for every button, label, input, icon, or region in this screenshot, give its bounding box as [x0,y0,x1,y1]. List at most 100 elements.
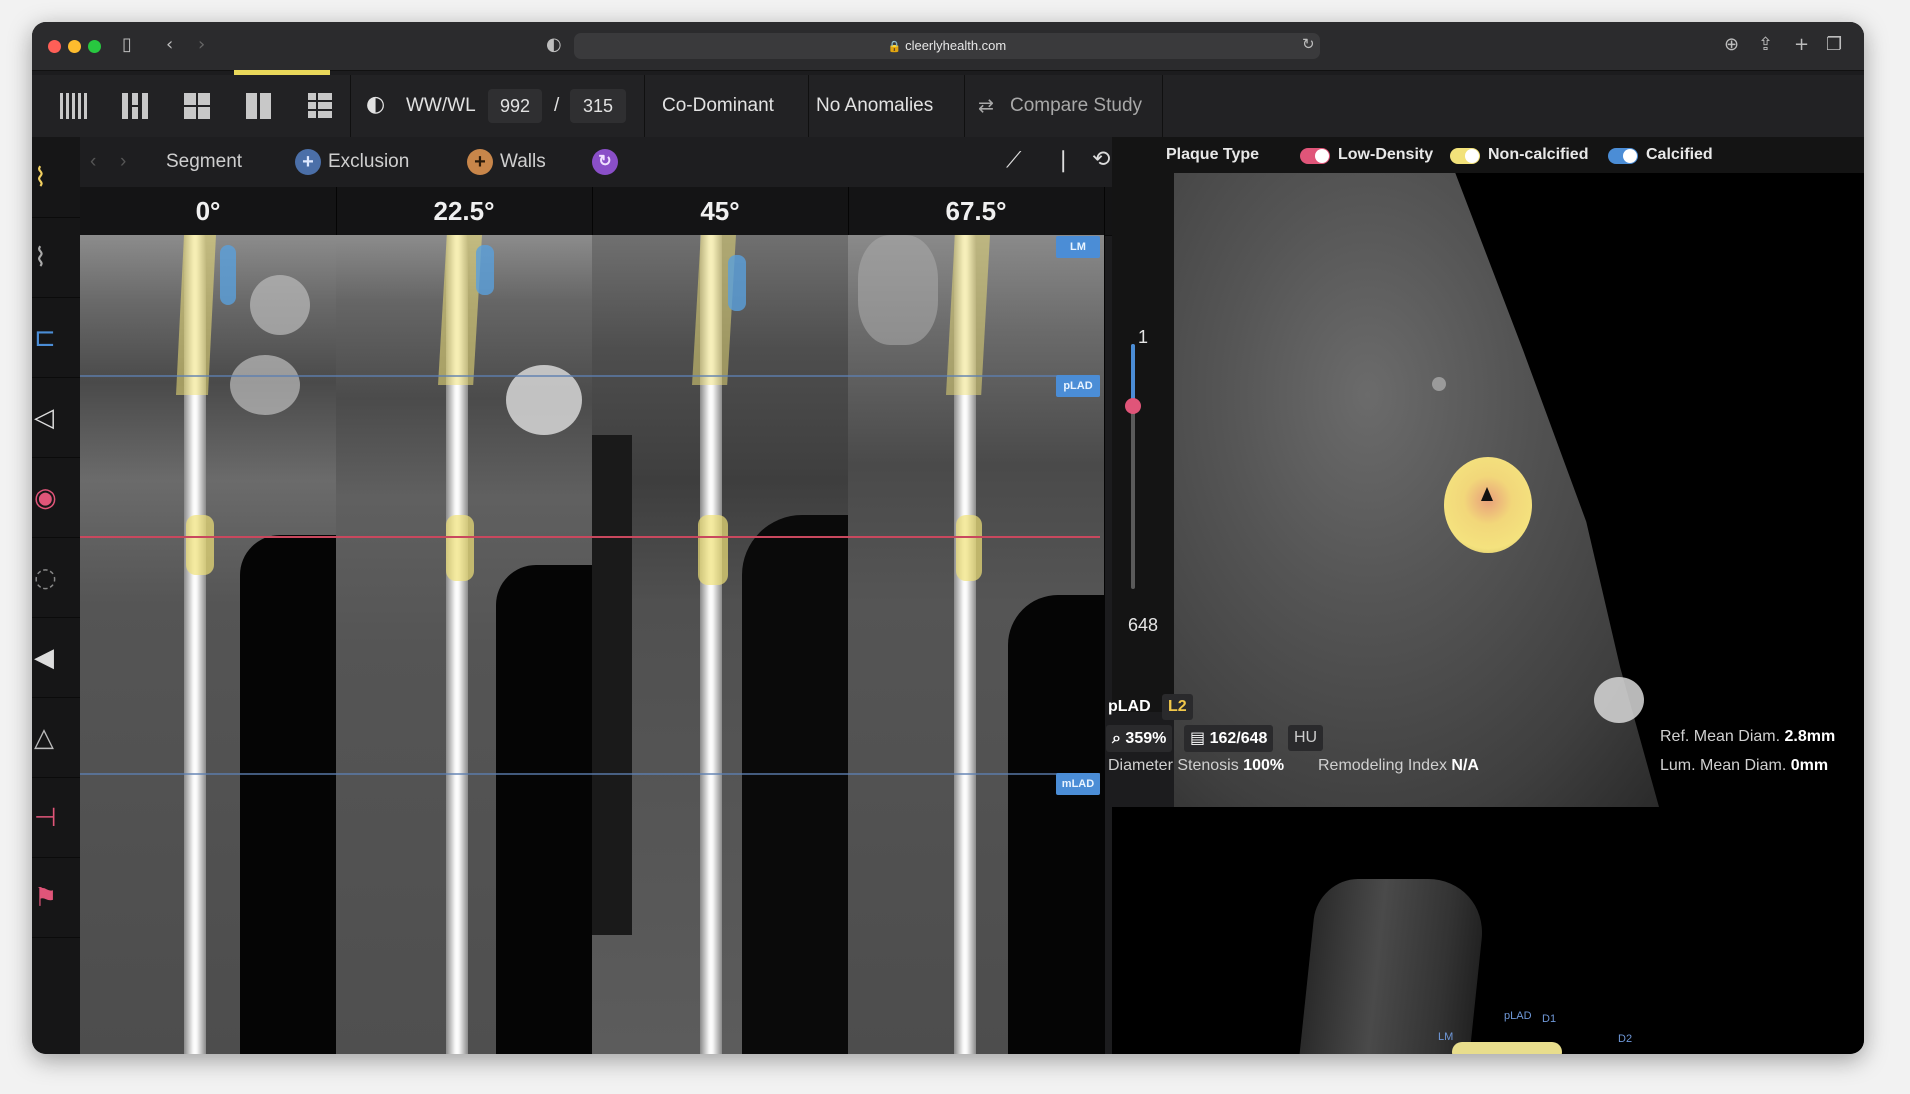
vessel-curve-icon: ⌇ [34,163,47,193]
xsec-segment-label: pLAD [1108,698,1151,715]
cpr-view-67[interactable] [848,235,1105,1054]
downloads-icon[interactable]: ⊕ [1724,34,1739,55]
ref-diameter-label: Ref. Mean Diam. [1660,728,1781,745]
new-tab-icon[interactable]: + [1794,34,1809,55]
layout-quad-icon[interactable] [184,93,212,119]
refresh-walls-button[interactable]: ↻ [592,149,618,175]
remodeling-readout: Remodeling Index N/A [1318,757,1479,775]
cpr-view-22[interactable] [336,235,593,1054]
vessel-cross-section [1444,457,1532,553]
rotate-view-icon[interactable]: ⟲ [1092,147,1110,172]
remodeling-label: Remodeling Index [1318,757,1447,774]
rail-item-marker[interactable]: ⊏ [32,297,80,378]
angle-0: 0° [80,187,337,235]
angle-icon: △ [34,723,54,753]
segment-tag-mlad[interactable]: mLAD [1056,773,1100,795]
layout-strips-icon[interactable] [60,93,88,119]
segment-boundary-line-plad [80,375,1100,377]
rail-item-marker-red[interactable]: ⊣ [32,777,80,858]
rail-item-ring[interactable]: ◌ [32,537,80,618]
zoom-value: 359% [1125,730,1167,747]
vr-label-plad: pLAD [1504,1010,1532,1022]
cross-section-view[interactable] [1174,137,1864,807]
rail-item-cursor[interactable]: ◀ [32,617,80,698]
vessel-curve-icon: ⌇ [34,243,47,273]
rail-item-angle[interactable]: △ [32,697,80,778]
angle-67: 67.5° [848,187,1105,235]
layout-split-icon[interactable] [246,93,274,119]
prev-icon[interactable]: ‹ [90,151,96,173]
lum-diameter-label: Lum. Mean Diam. [1660,757,1787,774]
vessel-tool-rail: ⌇ ⌇ ⊏ ◁ ◉ ◌ ◀ △ ⊣ ⚑ [32,137,81,1054]
address-bar[interactable]: 🔒 cleerlyhealth.com [574,33,1320,59]
slider-max-label: 648 [1127,615,1159,635]
cpr-toolbar: ‹ › Segment + Exclusion + Walls ↻ ⟋ ❘ ⟲ [80,137,1112,188]
compare-study-button[interactable]: Compare Study [1010,95,1142,117]
contrast-icon[interactable]: ◐ [366,92,385,117]
minimize-window-button[interactable] [68,40,81,53]
browser-chrome: ▯ ‹ › ◐ 🔒 cleerlyhealth.com ↻ ⊕ ⇪ + ❐ [32,22,1864,71]
back-icon[interactable]: ‹ [166,34,173,55]
marker-icon: ⊏ [34,323,56,353]
reload-icon[interactable]: ↻ [1302,35,1315,53]
forward-icon[interactable]: › [198,34,205,55]
low-density-toggle[interactable] [1300,148,1330,164]
angle-45: 45° [592,187,849,235]
layout-columns-icon[interactable] [122,93,150,119]
curve-tool-icon[interactable]: ⟋ [1006,147,1021,173]
wwwl-separator: / [554,95,560,116]
hu-toggle[interactable]: HU [1288,725,1324,751]
tab-overview-icon[interactable]: ❐ [1826,34,1842,55]
close-window-button[interactable] [48,40,61,53]
cpr-view-0[interactable] [80,235,337,1054]
exclusion-label: Exclusion [328,151,410,172]
segment-tag-plad[interactable]: pLAD [1056,375,1100,397]
privacy-shield-icon[interactable]: ◐ [546,34,562,55]
window-width-input[interactable]: 992 [488,89,542,123]
add-segment-button[interactable]: + [295,149,321,175]
vr-label-d1: D1 [1542,1013,1557,1025]
slice-slider-handle[interactable] [1125,398,1141,414]
plaque-legend: Plaque Type Low-Density Non-calcified Ca… [1154,137,1864,173]
segment-tag-lm[interactable]: LM [1056,236,1100,258]
ring-icon: ◌ [34,563,57,593]
share-icon[interactable]: ⇪ [1758,34,1773,55]
line-tool-icon[interactable]: ❘ [1054,147,1072,173]
dominance-button[interactable]: Co-Dominant [662,95,774,117]
remodeling-value: N/A [1451,757,1479,774]
rail-item-lad[interactable]: ⌇ [32,217,80,298]
ref-diameter-readout: Ref. Mean Diam. 2.8mm [1660,728,1835,746]
app-toolbar: ◐ WW/WL 992 / 315 Co-Dominant No Anomali… [32,75,1864,138]
angle-22: 22.5° [336,187,593,235]
rail-item-branch[interactable]: ◁ [32,377,80,458]
cpr-view-45[interactable] [592,235,849,1054]
zoom-readout: ⌕ 359% [1106,725,1173,752]
stenosis-label: Diameter Stenosis [1108,757,1239,774]
rail-item-lm[interactable]: ⌇ [32,137,80,218]
maximize-window-button[interactable] [88,40,101,53]
compare-icon[interactable]: ⇄ [978,95,994,117]
stenosis-value: 100% [1243,757,1285,774]
legend-low-density: Low-Density [1338,146,1434,163]
lum-diameter-readout: Lum. Mean Diam. 0mm [1660,757,1828,775]
calcified-toggle[interactable] [1608,148,1638,164]
non-calcified-toggle[interactable] [1450,148,1480,164]
window-level-input[interactable]: 315 [570,89,626,123]
next-icon[interactable]: › [120,151,126,173]
segment-boundary-line-mlad [80,773,1100,775]
slice-value: 162/648 [1209,730,1268,747]
anomalies-button[interactable]: No Anomalies [816,95,933,117]
sidebar-toggle-icon[interactable]: ▯ [122,34,132,55]
rail-item-flag[interactable]: ⚑ [32,857,80,938]
walls-label: Walls [500,151,546,172]
slice-slider-fill [1131,344,1135,404]
slice-readout: ▤ 162/648 [1184,725,1274,752]
rail-item-plaque[interactable]: ◉ [32,457,80,538]
lum-diameter-value: 0mm [1790,757,1829,774]
volume-render-view[interactable]: LM pLAD D1 D2 [1112,807,1864,1054]
segment-label: Segment [166,151,243,172]
add-exclusion-button[interactable]: + [467,149,493,175]
xsec-level-badge[interactable]: L2 [1162,694,1193,720]
layout-list-icon[interactable] [308,93,336,119]
current-slice-line[interactable] [80,536,1100,538]
